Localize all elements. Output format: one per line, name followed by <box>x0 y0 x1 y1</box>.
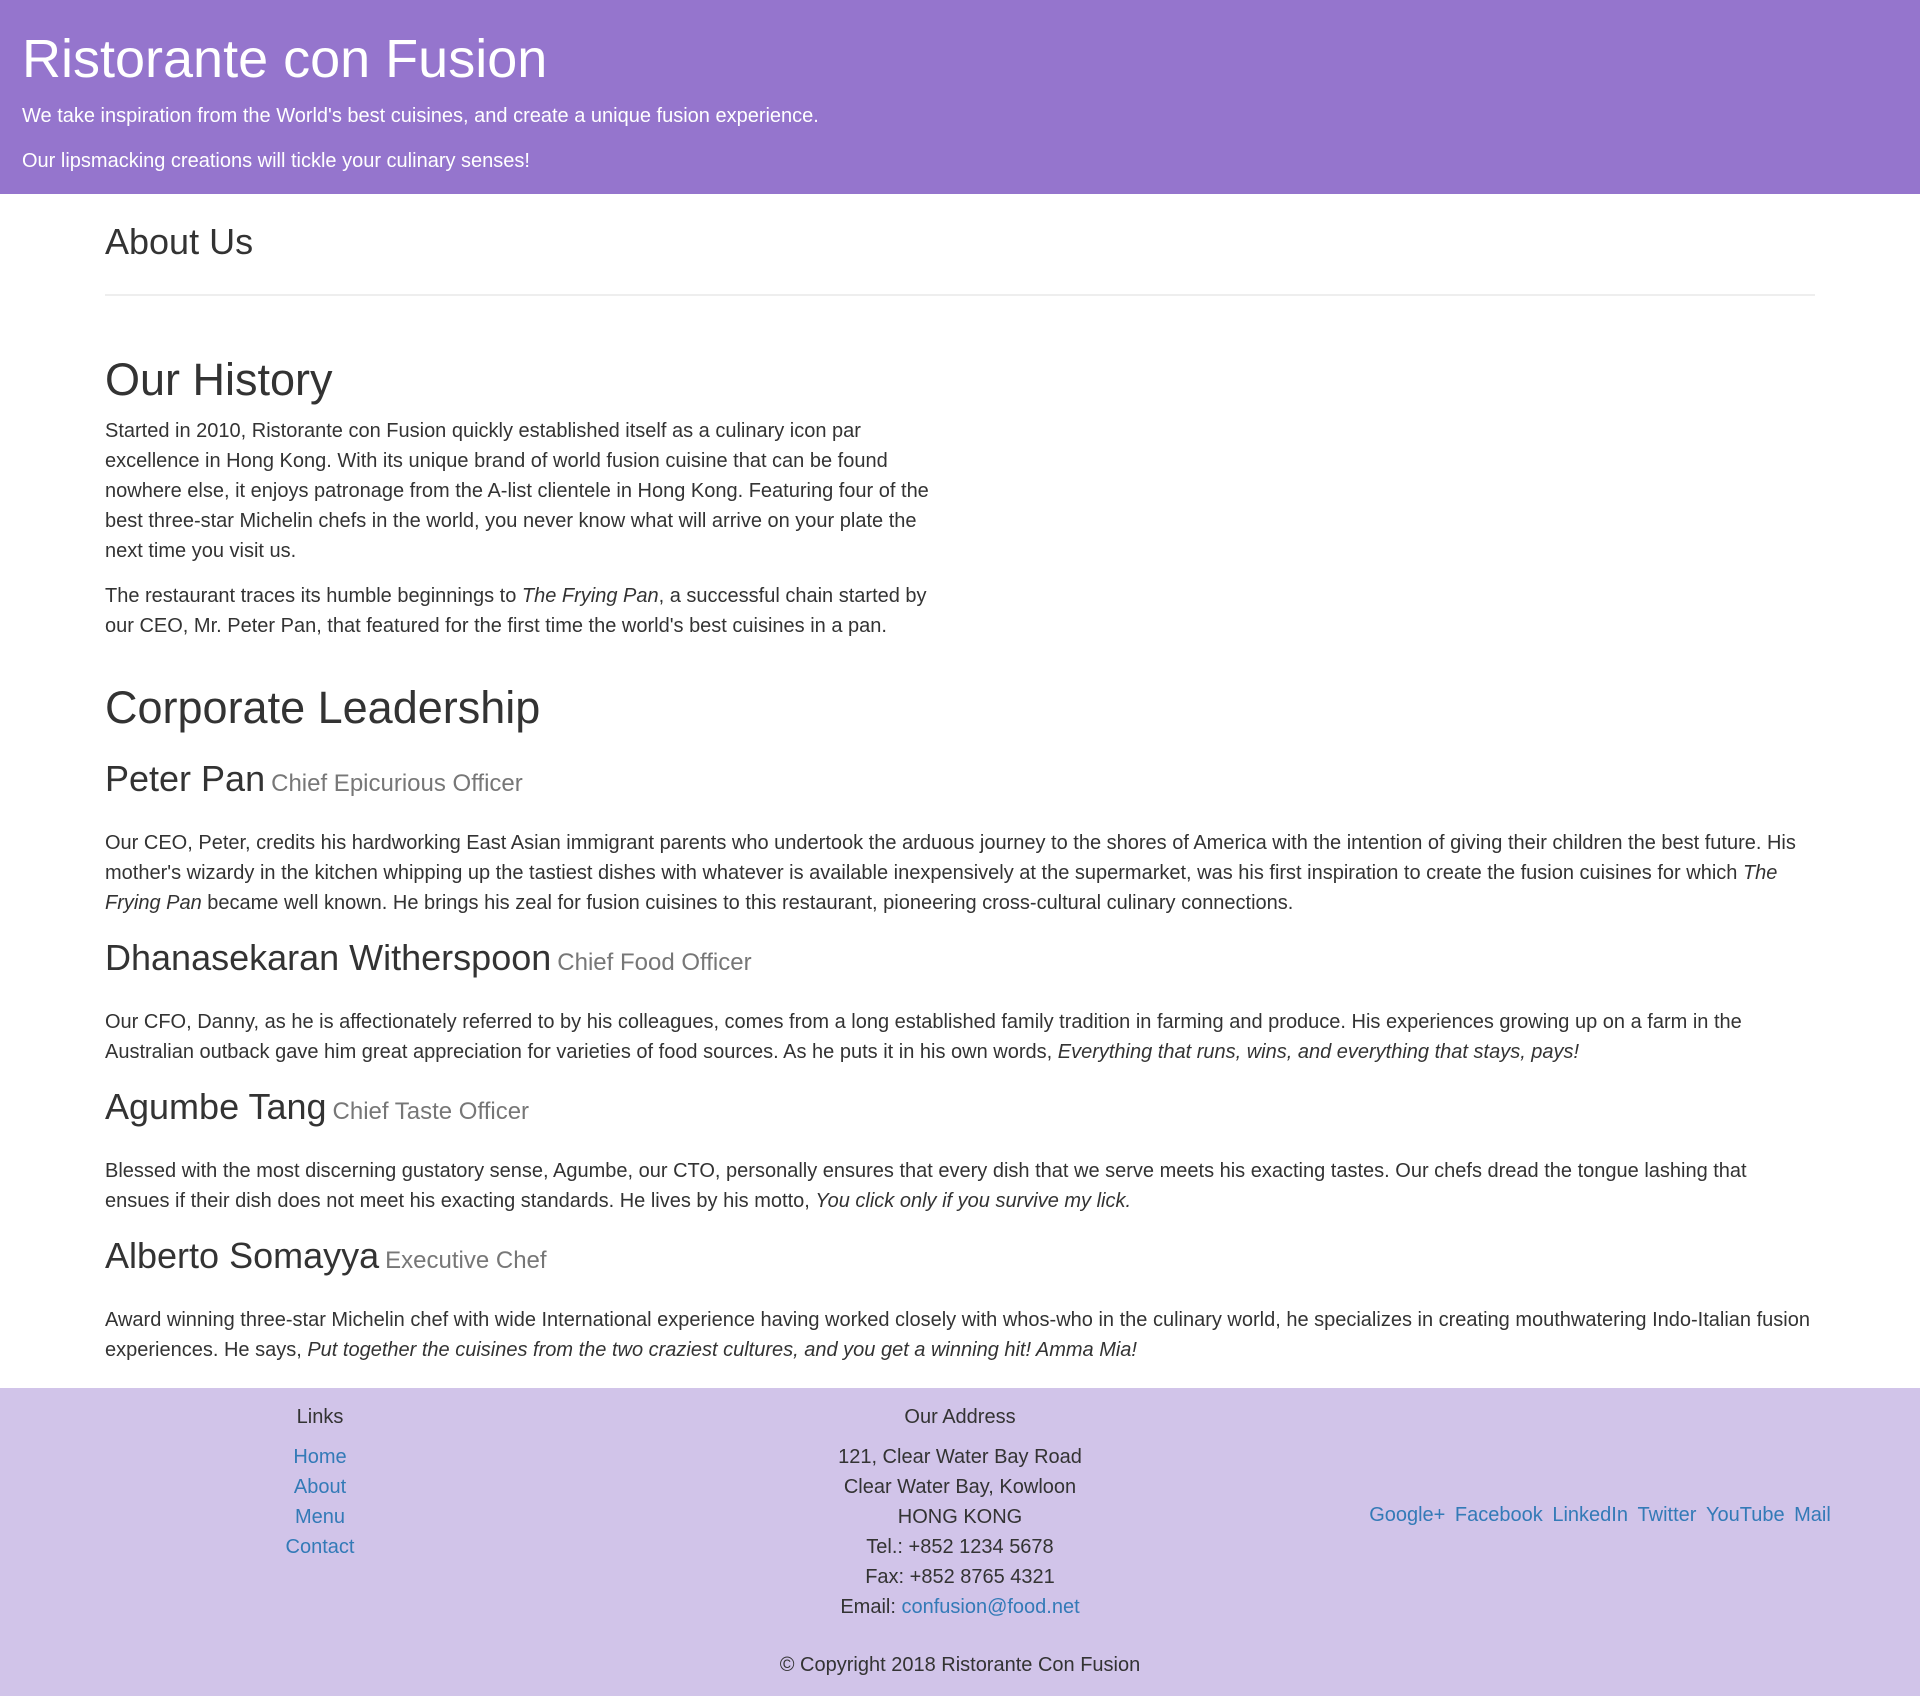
leader-desc-after: became well known. He brings his zeal fo… <box>201 892 1294 914</box>
history-title: Our History <box>105 354 333 405</box>
social-linkedin-link[interactable]: LinkedIn <box>1552 1504 1628 1526</box>
history-p2-before: The restaurant traces its humble beginni… <box>105 585 522 607</box>
footer-link-item: Home <box>220 1442 420 1472</box>
leader-heading: Agumbe Tang Chief Taste Officer <box>105 1087 1815 1132</box>
leader-description: Our CEO, Peter, credits his hardworking … <box>105 828 1815 918</box>
leader-name: Peter Pan <box>105 758 266 799</box>
leader-heading: Peter Pan Chief Epicurious Officer <box>105 759 1815 804</box>
leader-description: Blessed with the most discerning gustato… <box>105 1156 1815 1216</box>
heading-divider <box>105 294 1815 296</box>
leader-item: Alberto Somayya Executive Chef Award winn… <box>105 1236 1815 1365</box>
address-line-1: 121, Clear Water Bay Road <box>838 1446 1082 1468</box>
footer-link-contact[interactable]: Contact <box>286 1536 355 1558</box>
leader-heading: Dhanasekaran Witherspoon Chief Food Offic… <box>105 938 1815 983</box>
leader-item: Peter Pan Chief Epicurious Officer Our CE… <box>105 759 1815 918</box>
site-footer: Links Home About Menu Contact Our Addres… <box>0 1388 1920 1696</box>
page-title: About Us <box>105 221 254 262</box>
leader-designation: Chief Taste Officer <box>332 1098 530 1125</box>
main-content: About Us Our History Started in 2010, Ri… <box>105 194 1815 1365</box>
history-section: Our History Started in 2010, Ristorante … <box>105 353 945 641</box>
footer-link-item: Contact <box>220 1532 420 1562</box>
footer-link-item: About <box>220 1472 420 1502</box>
email-link[interactable]: confusion@food.net <box>901 1596 1079 1618</box>
footer-link-item: Menu <box>220 1502 420 1532</box>
history-paragraph-1: Started in 2010, Ristorante con Fusion q… <box>105 420 929 562</box>
address-fax: Fax: +852 8765 4321 <box>865 1566 1055 1588</box>
footer-link-home[interactable]: Home <box>293 1446 346 1468</box>
address-tel: Tel.: +852 1234 5678 <box>866 1536 1054 1558</box>
leader-name: Dhanasekaran Witherspoon <box>105 937 552 978</box>
leader-description: Our CFO, Danny, as he is affectionately … <box>105 1007 1815 1067</box>
leadership-title: Corporate Leadership <box>105 682 541 733</box>
leader-desc-em: Put together the cuisines from the two c… <box>307 1339 1137 1361</box>
copyright-text: © Copyright 2018 Ristorante Con Fusion <box>779 1654 1141 1676</box>
site-title: Ristorante con Fusion <box>22 29 548 89</box>
page-heading: About Us <box>105 194 1815 296</box>
leader-designation: Chief Food Officer <box>557 949 752 976</box>
social-facebook-link[interactable]: Facebook <box>1455 1504 1543 1526</box>
jumbotron-header: Ristorante con Fusion We take inspiratio… <box>0 0 1920 194</box>
address-line-3: HONG KONG <box>897 1506 1023 1528</box>
history-p2-em: The Frying Pan <box>521 585 659 607</box>
footer-link-about[interactable]: About <box>294 1476 346 1498</box>
social-youtube-link[interactable]: YouTube <box>1706 1504 1785 1526</box>
leader-item: Agumbe Tang Chief Taste Officer Blessed w… <box>105 1087 1815 1216</box>
footer-address-column: Our Address 121, Clear Water Bay Road Cl… <box>760 1388 1160 1622</box>
leader-designation: Executive Chef <box>385 1247 547 1274</box>
footer-links-list: Home About Menu Contact <box>220 1442 420 1562</box>
leader-desc-em: Everything that runs, wins, and everythi… <box>1057 1041 1580 1063</box>
leader-item: Dhanasekaran Witherspoon Chief Food Offic… <box>105 938 1815 1067</box>
leader-name: Agumbe Tang <box>105 1086 327 1127</box>
history-paragraph-2: The restaurant traces its humble beginni… <box>105 581 945 641</box>
leader-designation: Chief Epicurious Officer <box>271 770 523 797</box>
footer-links-column: Links Home About Menu Contact <box>220 1388 420 1562</box>
footer-social-column: Google+ Facebook LinkedIn Twitter YouTub… <box>1300 1500 1900 1530</box>
footer-links-title: Links <box>296 1406 344 1428</box>
leader-name: Alberto Somayya <box>105 1235 380 1276</box>
tagline-1: We take inspiration from the World's bes… <box>22 105 819 127</box>
address-block: 121, Clear Water Bay Road Clear Water Ba… <box>760 1442 1160 1622</box>
leader-desc-em: You click only if you survive my lick. <box>815 1190 1132 1212</box>
footer-link-menu[interactable]: Menu <box>295 1506 345 1528</box>
social-googleplus-link[interactable]: Google+ <box>1369 1504 1445 1526</box>
social-twitter-link[interactable]: Twitter <box>1638 1504 1697 1526</box>
email-label: Email: <box>840 1596 902 1618</box>
leadership-section: Corporate Leadership Peter Pan Chief Epic… <box>105 681 1815 1365</box>
tagline-2: Our lipsmacking creations will tickle yo… <box>22 150 530 172</box>
social-mail-link[interactable]: Mail <box>1794 1504 1831 1526</box>
leader-heading: Alberto Somayya Executive Chef <box>105 1236 1815 1281</box>
address-email-line: Email: confusion@food.net <box>760 1592 1160 1622</box>
leader-description: Award winning three-star Michelin chef w… <box>105 1305 1815 1365</box>
address-line-2: Clear Water Bay, Kowloon <box>843 1476 1077 1498</box>
leader-desc-before: Our CEO, Peter, credits his hardworking … <box>105 832 1796 884</box>
footer-address-title: Our Address <box>904 1406 1016 1428</box>
